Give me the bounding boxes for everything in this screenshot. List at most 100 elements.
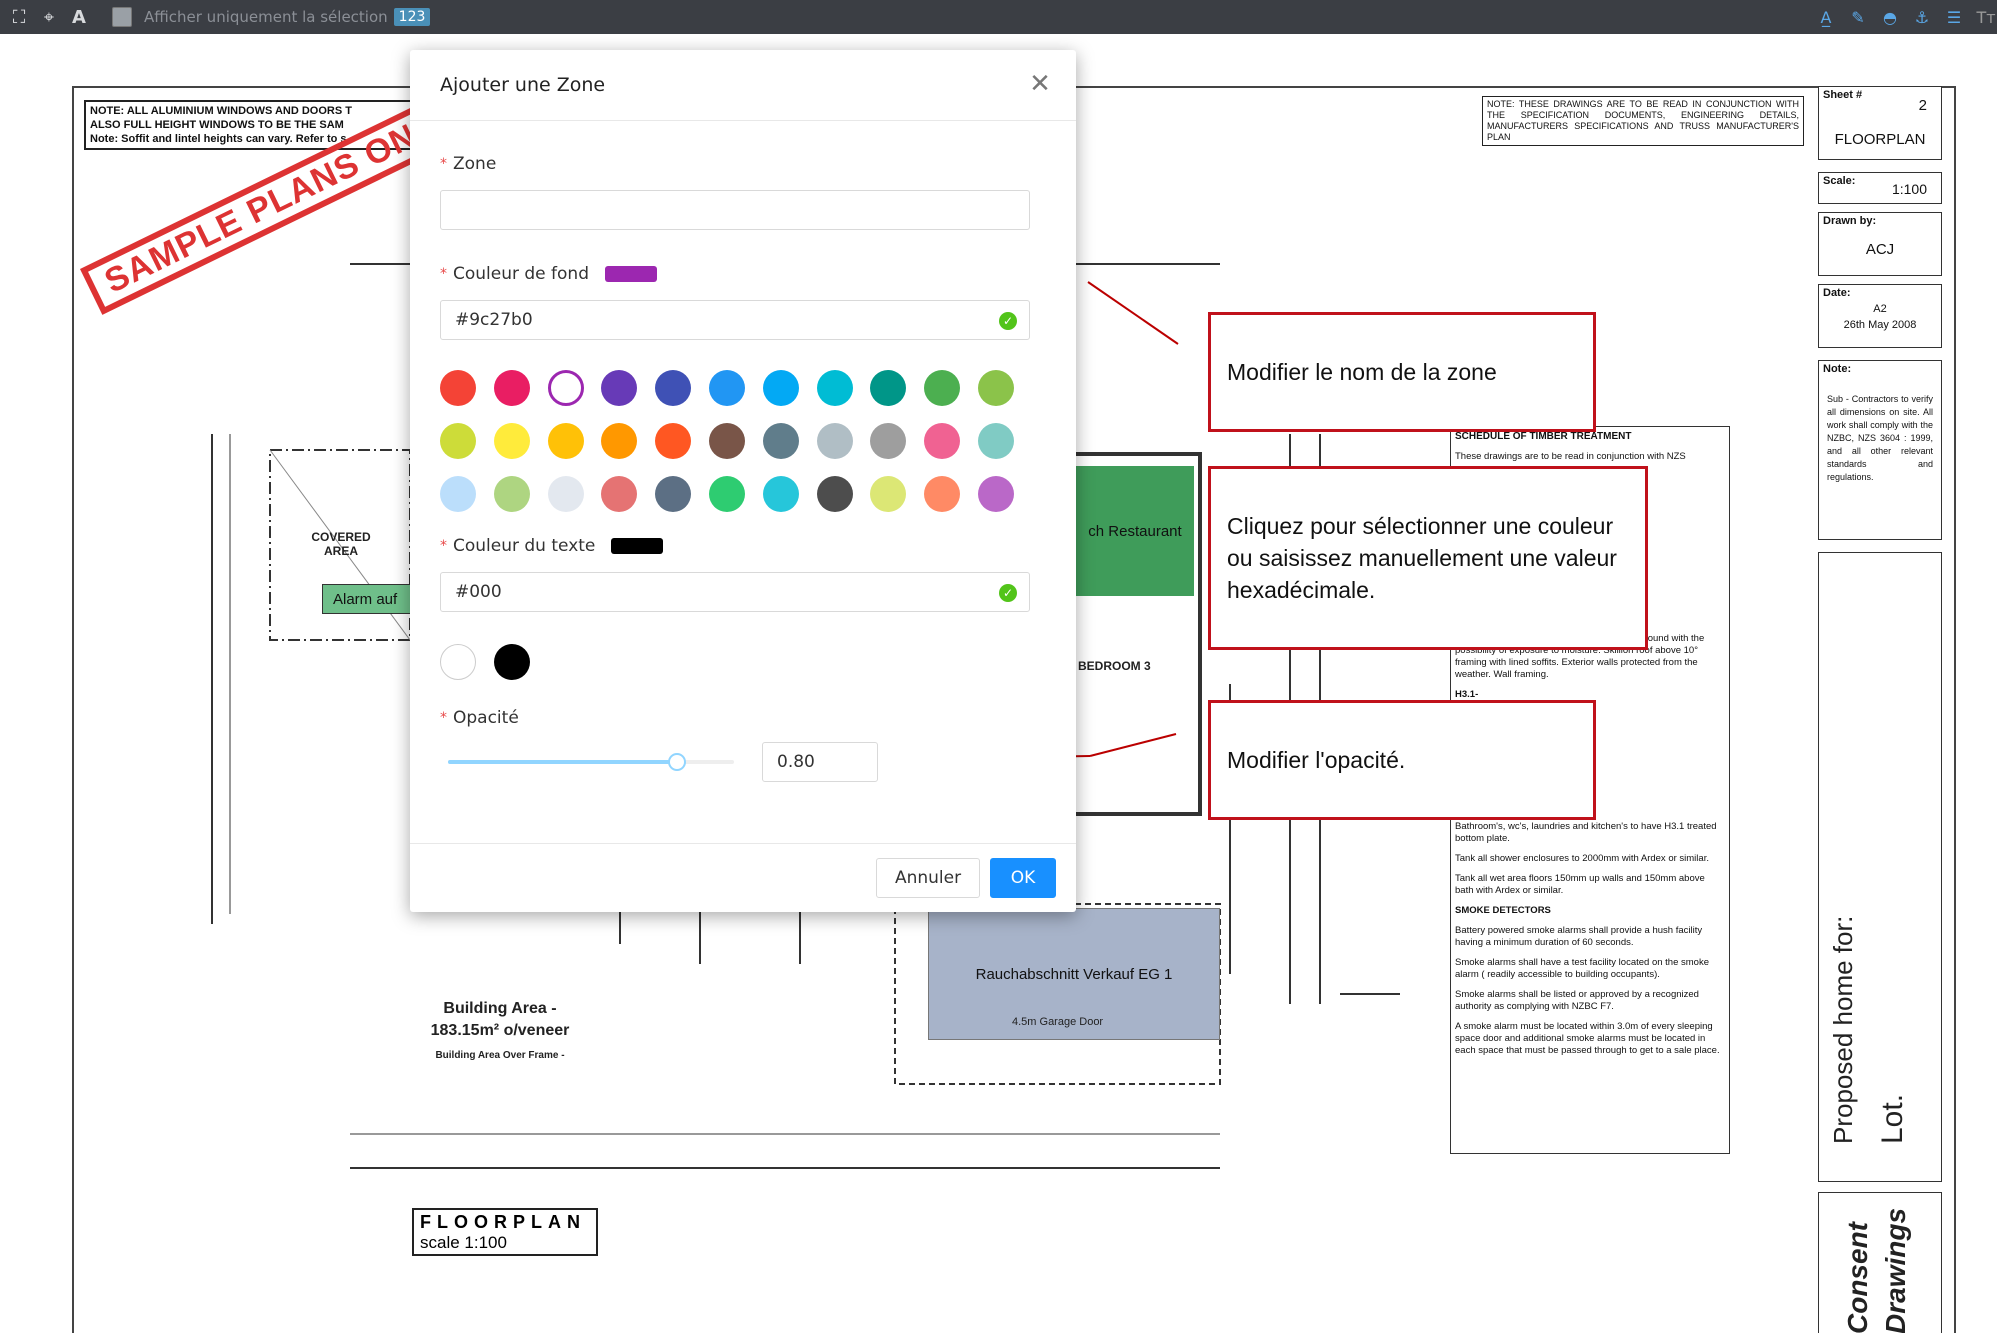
schedule-line: Bathroom's, wc's, laundries and kitchen'… [1455,821,1717,844]
proposed-home-label: Proposed home for: [1828,915,1858,1144]
text-tool-icon[interactable]: A [68,6,90,28]
note-box: Note: Sub - Contractors to verify all di… [1818,360,1942,540]
color-swatch[interactable] [978,476,1014,512]
color-swatch[interactable] [870,370,907,406]
floorplan-title: FLOORPLAN [420,1212,586,1232]
anchor-icon[interactable]: ⚓ [1911,6,1933,28]
text-color-swatch[interactable] [440,644,476,680]
text-size-icon[interactable]: Tт [1975,6,1997,28]
color-swatch[interactable] [601,476,638,512]
restaurant-zone[interactable]: ch Restaurant [1076,466,1194,596]
selection-only-checkbox[interactable] [112,7,132,27]
color-swatch[interactable] [440,423,476,459]
floorplan-scale: scale 1:100 [420,1233,507,1252]
color-swatch[interactable] [655,476,692,512]
color-swatch[interactable] [978,423,1014,459]
color-swatch[interactable] [978,370,1014,406]
opacity-number-input[interactable]: 0.80 [762,742,878,782]
drawings-label: Drawings [1880,1207,1911,1333]
text-color-swatch[interactable] [494,644,530,680]
required-marker: * [440,156,447,172]
opacity-slider-fill [448,760,677,764]
color-swatch[interactable] [924,370,961,406]
color-swatch[interactable] [547,476,584,512]
scale-box: Scale: 1:100 [1818,172,1942,204]
cancel-button[interactable]: Annuler [876,858,980,898]
dialog-title: Ajouter une Zone [440,74,606,96]
dialog-header: Ajouter une Zone ✕ [410,50,1076,121]
color-swatch[interactable] [816,370,853,406]
valid-check-icon: ✓ [999,584,1017,602]
ok-button[interactable]: OK [990,858,1056,898]
numbering-badge[interactable]: 123 [393,8,431,26]
bg-color-label-text: Couleur de fond [453,264,589,284]
garage-door-label: 4.5m Garage Door [1012,1016,1104,1028]
color-swatch[interactable] [440,476,476,512]
required-marker: * [440,266,447,282]
color-swatch[interactable] [816,423,853,459]
color-swatch[interactable] [762,476,799,512]
zone-field-label: * Zone [440,154,496,174]
opacity-slider-handle[interactable] [667,753,686,771]
schedule-line: Smoke alarms shall have a test facility … [1455,957,1709,980]
callout-color: Cliquez pour sélectionner une couleur ou… [1208,466,1648,650]
text-underline-icon[interactable]: A̲ [1815,6,1837,28]
color-swatch[interactable] [547,370,584,406]
dialog-footer: Annuler OK [410,843,1076,912]
select-tool-icon[interactable]: ⛶ [8,6,30,28]
sheet-value: 2 [1918,97,1927,114]
date-value-a: A2 [1873,303,1887,315]
drawn-box: Drawn by: ACJ [1818,212,1942,276]
color-swatch[interactable] [870,476,907,512]
schedule-title: SCHEDULE OF TIMBER TREATMENT [1455,431,1632,442]
building-area-title: Building Area - [443,1000,557,1017]
color-swatch[interactable] [493,370,530,406]
bg-color-input[interactable]: #9c27b0 ✓ [440,300,1030,340]
schedule-line: Battery powered smoke alarms shall provi… [1455,925,1703,948]
text-color-input[interactable]: #000 ✓ [440,572,1030,612]
color-swatch[interactable] [655,370,692,406]
opacity-slider[interactable] [448,753,734,771]
color-swatch[interactable] [924,423,961,459]
top-toolbar: ⛶ ⌖ A Afficher uniquement la sélection 1… [0,0,1997,34]
color-swatch[interactable] [924,476,961,512]
color-swatch[interactable] [601,370,638,406]
color-swatch[interactable] [601,423,638,459]
floorplan-title-box: FLOORPLAN scale 1:100 [412,1208,598,1256]
zone-input[interactable] [455,199,1015,221]
color-swatch[interactable] [493,423,530,459]
scale-label: Scale: [1823,175,1856,187]
sheet-box: Sheet # 2 FLOORPLAN [1818,86,1942,160]
color-swatch[interactable] [709,423,745,459]
note-label: Note: [1823,363,1852,375]
opacity-label-text: Opacité [453,708,519,728]
sheet-label: Sheet # [1823,89,1863,101]
color-swatch[interactable] [870,423,907,459]
color-swatch[interactable] [709,476,745,512]
color-swatch[interactable] [493,476,530,512]
bedroom-label: BEDROOM 3 [1078,659,1151,673]
smoke-zone-label: Rauchabschnitt Verkauf EG 1 [975,965,1173,983]
bg-color-field-label: * Couleur de fond [440,264,657,284]
color-swatch[interactable] [709,370,745,406]
color-swatch[interactable] [655,423,692,459]
color-swatch[interactable] [762,370,799,406]
text-color-preview [611,538,664,554]
restaurant-zone-label: ch Restaurant [1088,522,1182,540]
fill-icon[interactable]: ◓ [1879,6,1901,28]
color-swatch[interactable] [762,423,799,459]
sheet-title: FLOORPLAN [1834,131,1926,148]
color-swatch[interactable] [816,476,853,512]
opacity-number-value: 0.80 [777,752,815,772]
drawn-value: ACJ [1865,241,1895,258]
pen-icon[interactable]: ✎ [1847,6,1869,28]
close-icon[interactable]: ✕ [1026,70,1054,98]
color-swatch[interactable] [440,370,476,406]
lot-label: Lot. [1876,1093,1909,1144]
menu-lines-icon[interactable]: ☰ [1943,6,1965,28]
drawn-label: Drawn by: [1823,215,1877,227]
schedule-line: These drawings are to be read in conjunc… [1455,451,1686,462]
color-swatch[interactable] [547,423,584,459]
alarm-zone[interactable]: Alarm auf [322,584,414,614]
target-tool-icon[interactable]: ⌖ [38,6,60,28]
